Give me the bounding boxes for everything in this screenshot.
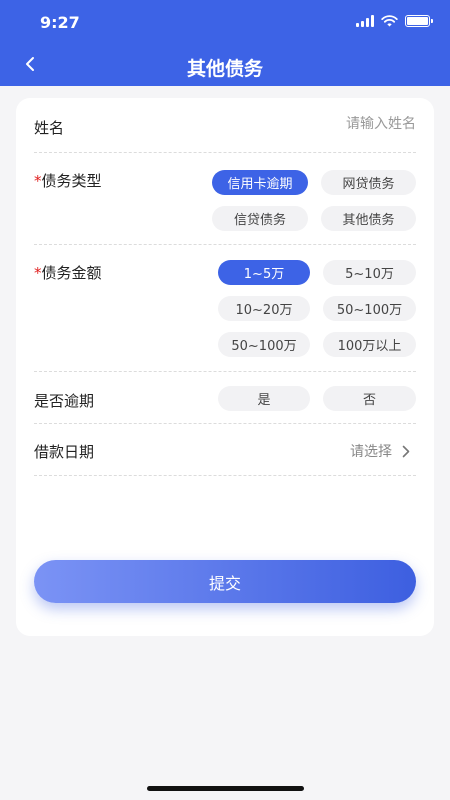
loan-date-value: 请选择	[350, 444, 392, 460]
required-mark: *	[34, 264, 42, 282]
amount-option-50-100-b[interactable]: 50~100万	[218, 332, 310, 357]
submit-button[interactable]: 提交	[34, 560, 416, 603]
amount-option-10-20[interactable]: 10~20万	[218, 296, 310, 321]
overdue-row: 是否逾期 是 否	[34, 372, 416, 424]
overdue-label: 是否逾期	[34, 392, 95, 410]
name-input[interactable]	[216, 116, 416, 132]
signal-icon	[356, 15, 374, 27]
name-row: 姓名	[34, 98, 416, 153]
chevron-right-icon	[402, 445, 410, 457]
debt-type-option-other[interactable]: 其他债务	[321, 206, 416, 231]
page-title: 其他债务	[186, 58, 263, 80]
debt-amount-row: *债务金额 1~5万 5~10万 10~20万 50~100万 50~100万 …	[34, 245, 416, 372]
loan-date-row[interactable]: 借款日期 请选择	[34, 424, 416, 476]
loan-date-picker[interactable]: 请选择	[350, 441, 410, 461]
debt-type-option-credit-card[interactable]: 信用卡逾期	[212, 170, 308, 195]
debt-type-label: *债务类型	[34, 172, 102, 190]
loan-date-label: 借款日期	[34, 443, 95, 461]
debt-type-option-credit-loan[interactable]: 信贷债务	[212, 206, 308, 231]
status-icons	[356, 15, 433, 27]
debt-type-option-online-loan[interactable]: 网贷债务	[321, 170, 416, 195]
overdue-option-yes[interactable]: 是	[218, 386, 310, 411]
amount-option-100-plus[interactable]: 100万以上	[323, 332, 416, 357]
battery-icon	[405, 15, 433, 27]
name-label: 姓名	[34, 119, 65, 137]
amount-option-1-5[interactable]: 1~5万	[218, 260, 310, 285]
required-mark: *	[34, 172, 42, 190]
app-header: 9:27 其他债务	[0, 0, 450, 86]
form-card: 姓名 *债务类型 信用卡逾期 网贷债务 信贷债务 其他债务 *债务金额 1~5万…	[16, 98, 434, 636]
debt-type-row: *债务类型 信用卡逾期 网贷债务 信贷债务 其他债务	[34, 153, 416, 245]
debt-amount-label: *债务金额	[34, 264, 102, 282]
status-time: 9:27	[40, 13, 80, 32]
home-indicator	[147, 786, 304, 791]
amount-option-5-10[interactable]: 5~10万	[323, 260, 416, 285]
wifi-icon	[381, 15, 398, 27]
amount-option-50-100-a[interactable]: 50~100万	[323, 296, 416, 321]
overdue-option-no[interactable]: 否	[323, 386, 416, 411]
